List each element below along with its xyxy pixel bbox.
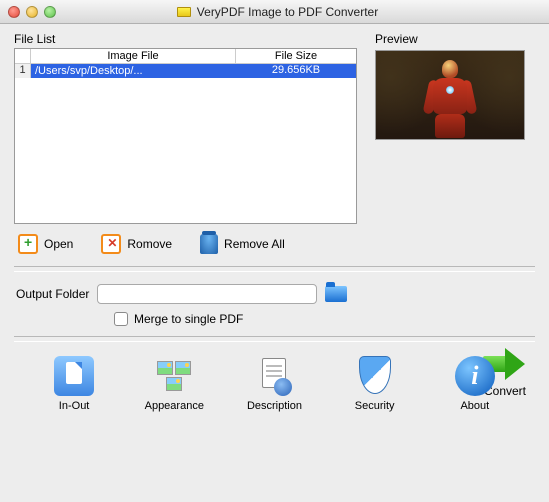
merge-checkbox[interactable] bbox=[114, 312, 128, 326]
page-icon bbox=[54, 356, 94, 396]
row-file-path: /Users/svp/Desktop/... bbox=[31, 64, 236, 78]
file-list-header: Image File File Size bbox=[15, 49, 356, 64]
file-list[interactable]: Image File File Size 1 /Users/svp/Deskto… bbox=[14, 48, 357, 224]
remove-all-label: Remove All bbox=[224, 237, 285, 251]
browse-folder-icon[interactable] bbox=[325, 286, 347, 302]
tab-about-label: About bbox=[430, 400, 520, 412]
tab-in-out-label: In-Out bbox=[29, 400, 119, 412]
output-folder-input[interactable] bbox=[97, 284, 317, 304]
app-icon bbox=[177, 7, 191, 17]
info-icon: i bbox=[455, 356, 495, 396]
col-image-file[interactable]: Image File bbox=[31, 49, 236, 63]
tab-security-label: Security bbox=[330, 400, 420, 412]
tab-description-label: Description bbox=[229, 400, 319, 412]
divider bbox=[14, 266, 535, 267]
shield-icon bbox=[355, 356, 395, 396]
row-file-size: 29.656KB bbox=[236, 64, 356, 78]
merge-label: Merge to single PDF bbox=[134, 312, 243, 326]
tab-appearance[interactable]: Appearance bbox=[129, 356, 219, 412]
open-button[interactable]: Open bbox=[18, 234, 73, 254]
output-folder-label: Output Folder bbox=[16, 287, 89, 301]
preview-label: Preview bbox=[375, 32, 535, 46]
document-gear-icon bbox=[254, 356, 294, 396]
tab-in-out[interactable]: In-Out bbox=[29, 356, 119, 412]
pictures-icon bbox=[154, 356, 194, 396]
tab-security[interactable]: Security bbox=[330, 356, 420, 412]
row-index: 1 bbox=[15, 64, 31, 78]
titlebar: VeryPDF Image to PDF Converter bbox=[0, 0, 549, 24]
tab-description[interactable]: Description bbox=[229, 356, 319, 412]
window-title: VeryPDF Image to PDF Converter bbox=[197, 5, 378, 19]
remove-label: Romove bbox=[127, 237, 172, 251]
col-file-size[interactable]: File Size bbox=[236, 49, 356, 63]
divider bbox=[14, 336, 535, 337]
open-label: Open bbox=[44, 237, 73, 251]
remove-button[interactable]: Romove bbox=[101, 234, 172, 254]
remove-icon bbox=[101, 234, 121, 254]
table-row[interactable]: 1 /Users/svp/Desktop/... 29.656KB bbox=[15, 64, 356, 78]
col-index bbox=[15, 49, 31, 63]
open-icon bbox=[18, 234, 38, 254]
trash-icon bbox=[200, 234, 218, 254]
remove-all-button[interactable]: Remove All bbox=[200, 234, 285, 254]
tab-appearance-label: Appearance bbox=[129, 400, 219, 412]
preview-image bbox=[375, 50, 525, 140]
file-list-label: File List bbox=[14, 32, 357, 46]
